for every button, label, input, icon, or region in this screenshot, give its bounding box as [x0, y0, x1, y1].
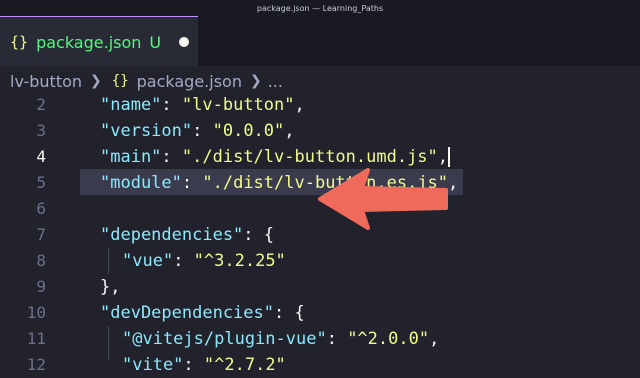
json-key: "module" [100, 173, 182, 193]
json-value: "^3.2.25" [193, 251, 286, 271]
breadcrumb-more[interactable]: ... [268, 72, 283, 91]
window-titlebar: package.json — Learning_Paths [0, 0, 640, 16]
line-number: 4 [36, 147, 46, 166]
json-punct: : { [274, 303, 305, 323]
code-line: 11 "@vitejs/plugin-vue": "^2.0.0", [0, 326, 640, 352]
line-number: 8 [36, 251, 46, 270]
line-number: 9 [36, 277, 46, 296]
code-line: 3 "version": "0.0.0", [0, 118, 640, 144]
json-key: "dependencies" [100, 225, 244, 245]
json-punct: , [284, 121, 295, 141]
code-line: 2 "name": "lv-button", [0, 92, 640, 118]
json-value: "^2.7.2" [203, 355, 286, 375]
code-text: "version": "0.0.0", [100, 121, 295, 141]
json-key: "name" [100, 95, 162, 115]
json-key: "version" [100, 121, 193, 141]
tab-filename: package.json [36, 32, 142, 52]
braces-icon: {} [10, 33, 29, 51]
json-key: "vite" [122, 355, 184, 375]
code-editor[interactable]: 2 "name": "lv-button", 3 "version": "0.0… [0, 92, 640, 375]
line-number: 11 [26, 329, 46, 348]
breadcrumb-folder[interactable]: lv-button [10, 72, 82, 91]
json-key: "vue" [122, 251, 174, 271]
line-number: 6 [36, 199, 46, 218]
line-number: 5 [36, 173, 46, 192]
code-text: "name": "lv-button", [100, 95, 305, 115]
line-number: 3 [36, 121, 46, 140]
braces-icon: {} [111, 73, 129, 89]
json-value: "^2.0.0" [347, 329, 430, 349]
unsaved-dot-icon[interactable] [179, 37, 190, 47]
git-status-badge: U [149, 32, 162, 52]
code-text: "dependencies": { [100, 222, 274, 248]
code-text: "vite": "^2.7.2" [122, 355, 286, 375]
line-number: 7 [36, 225, 46, 244]
line-number: 2 [36, 95, 46, 114]
code-text: "@vitejs/plugin-vue": "^2.0.0", [122, 329, 440, 349]
line-number: 10 [26, 303, 46, 322]
tab-bar: {} package.json U [0, 16, 640, 67]
json-key: "main" [100, 147, 162, 167]
code-line: 10 "devDependencies": { [0, 300, 640, 326]
chevron-right-icon: ❯ [249, 73, 262, 89]
code-text: "devDependencies": { [100, 300, 305, 326]
json-value: "0.0.0" [212, 121, 285, 141]
json-key: "@vitejs/plugin-vue" [122, 329, 327, 349]
code-text: }, [100, 277, 121, 297]
json-key: "devDependencies" [100, 303, 274, 323]
code-text: "vue": "^3.2.25" [122, 251, 286, 271]
code-line: 9 }, [0, 274, 640, 300]
annotation-arrow-icon [318, 168, 448, 230]
code-line: 8 "vue": "^3.2.25" [0, 248, 640, 274]
json-punct: , [294, 95, 305, 115]
tab-package-json[interactable]: {} package.json U [0, 16, 198, 67]
chevron-right-icon: ❯ [90, 73, 102, 89]
json-value: "lv-button" [181, 95, 295, 115]
json-punct: : { [243, 225, 275, 245]
breadcrumb-file[interactable]: package.json [137, 72, 242, 91]
json-punct: , [429, 329, 440, 349]
line-number: 12 [26, 355, 46, 374]
code-line: 12 "vite": "^2.7.2" [0, 352, 640, 378]
window-title: package.json — Learning_Paths [256, 3, 384, 13]
